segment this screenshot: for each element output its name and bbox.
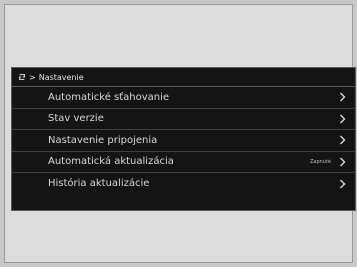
- settings-menu: Automatické sťahovanie Stav verzie Nasta…: [12, 87, 355, 195]
- page-title: Nastavenie: [38, 72, 84, 82]
- menu-item-update-history[interactable]: História aktualizácie: [12, 173, 355, 195]
- menu-item-label: Automatická aktualizácia: [48, 156, 174, 168]
- status-badge: Zapnuté: [309, 158, 331, 165]
- menu-item-label: Automatické sťahovanie: [48, 91, 170, 103]
- breadcrumb-separator: >: [29, 72, 36, 82]
- chevron-right-icon: [340, 135, 346, 145]
- settings-screen: > Nastavenie Automatické sťahovanie Stav…: [11, 67, 356, 211]
- menu-item-label: Stav verzie: [48, 113, 104, 125]
- breadcrumb: > Nastavenie: [12, 68, 355, 87]
- menu-item-automatic-download[interactable]: Automatické sťahovanie: [12, 87, 355, 109]
- chevron-right-icon: [340, 179, 346, 189]
- menu-item-connection-settings[interactable]: Nastavenie pripojenia: [12, 130, 355, 152]
- menu-item-label: Nastavenie pripojenia: [48, 134, 158, 146]
- chevron-right-icon: [340, 92, 346, 102]
- menu-item-version-status[interactable]: Stav verzie: [12, 109, 355, 130]
- settings-icon[interactable]: [18, 73, 26, 81]
- menu-item-automatic-update[interactable]: Automatická aktualizácia Zapnuté: [12, 152, 355, 173]
- menu-item-label: História aktualizácie: [48, 178, 150, 190]
- chevron-right-icon: [340, 157, 346, 167]
- chevron-right-icon: [340, 114, 346, 124]
